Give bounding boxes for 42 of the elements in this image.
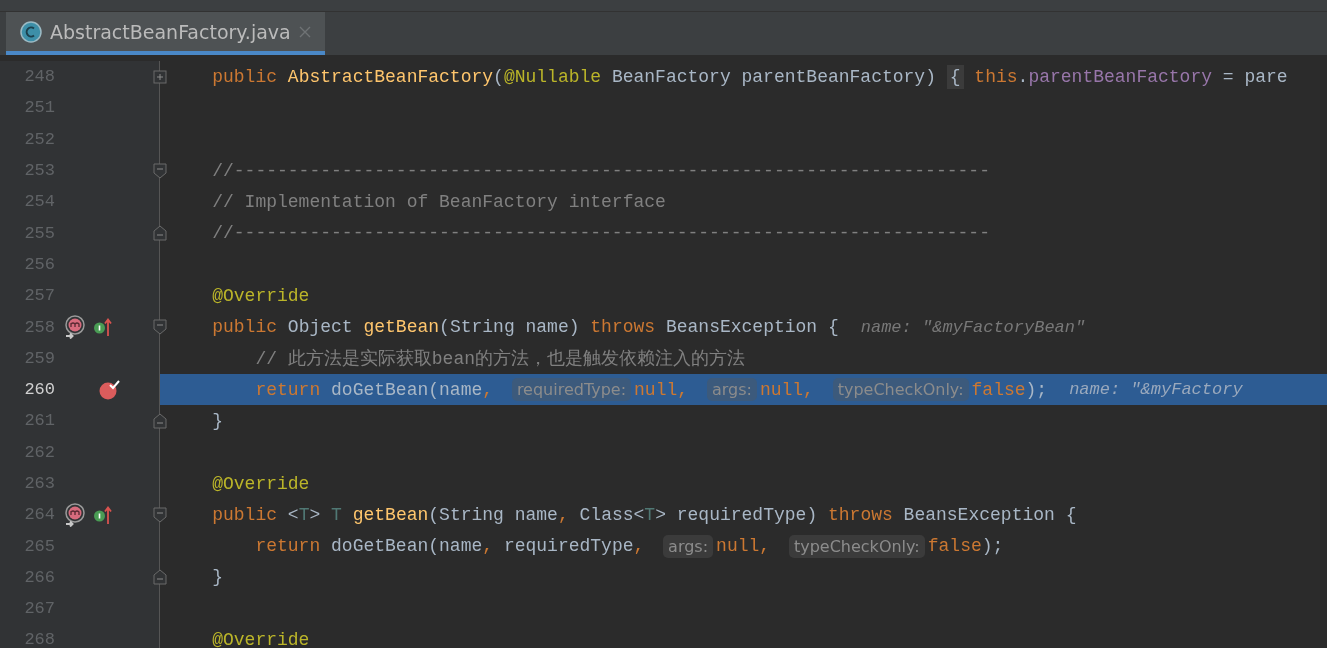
fold-end-icon[interactable] xyxy=(153,569,167,586)
code-text: public AbstractBeanFactory(@Nullable BeanFactory parentBeanFactory) { this.parentBeanFactory = pare xyxy=(211,66,1288,87)
fold-expand-icon[interactable] xyxy=(153,69,167,84)
method-override-icon[interactable] xyxy=(63,502,87,527)
code-text: public Object getBean(String name) throws BeansException { xyxy=(211,317,839,337)
fold-collapse-icon[interactable] xyxy=(153,319,167,335)
code-text: false); xyxy=(927,536,1004,557)
code-text: @Override xyxy=(211,630,310,648)
inline-value-hint: name: "&myFactory xyxy=(1069,380,1243,400)
code-text: null, xyxy=(634,379,690,400)
close-icon[interactable] xyxy=(298,25,311,38)
code-text: //---------------------------------------------------------------------- xyxy=(211,160,990,181)
code-text: false); xyxy=(971,379,1048,400)
parameter-hint: args: xyxy=(706,378,757,402)
code-text: @Override xyxy=(211,285,310,306)
parameter-hint: requiredType: xyxy=(511,378,632,402)
code-text: return doGetBean(name, requiredType, xyxy=(254,536,646,557)
fold-end-icon[interactable] xyxy=(153,412,167,429)
parameter-hint: typeCheckOnly: xyxy=(788,534,925,558)
code-text: } xyxy=(211,410,223,431)
code-text: // 此方法是实际获取bean的方法，也是触发依赖注入的方法 xyxy=(254,348,746,371)
implemented-arrow-icon[interactable] xyxy=(93,317,113,337)
code-text: public <T> T getBean(String name, Class<T> requiredType) throws BeansException { xyxy=(211,504,1077,525)
code-text: // Implementation of BeanFactory interface xyxy=(211,191,666,212)
editor-tab[interactable]: AbstractBeanFactory.java xyxy=(6,12,325,55)
parameter-hint: args: xyxy=(663,534,714,558)
code-text: return doGetBean(name, xyxy=(254,379,495,400)
code-text: @Override xyxy=(211,473,310,494)
inline-value-hint: name: "&myFactoryBean" xyxy=(860,317,1086,337)
code-text: null, xyxy=(716,536,772,557)
breakpoint-icon[interactable] xyxy=(99,378,121,401)
class-file-icon xyxy=(20,20,42,43)
fold-end-icon[interactable] xyxy=(153,225,167,242)
fold-collapse-icon[interactable] xyxy=(153,506,167,523)
line-number: 260 xyxy=(23,380,55,400)
code-text: null, xyxy=(759,379,815,400)
code-text: } xyxy=(211,567,223,588)
parameter-hint: typeCheckOnly: xyxy=(832,378,969,402)
code-text: //---------------------------------------------------------------------- xyxy=(211,223,990,244)
fold-collapse-icon[interactable] xyxy=(153,162,167,179)
method-override-icon[interactable] xyxy=(63,315,87,339)
implemented-arrow-icon[interactable] xyxy=(93,504,113,525)
